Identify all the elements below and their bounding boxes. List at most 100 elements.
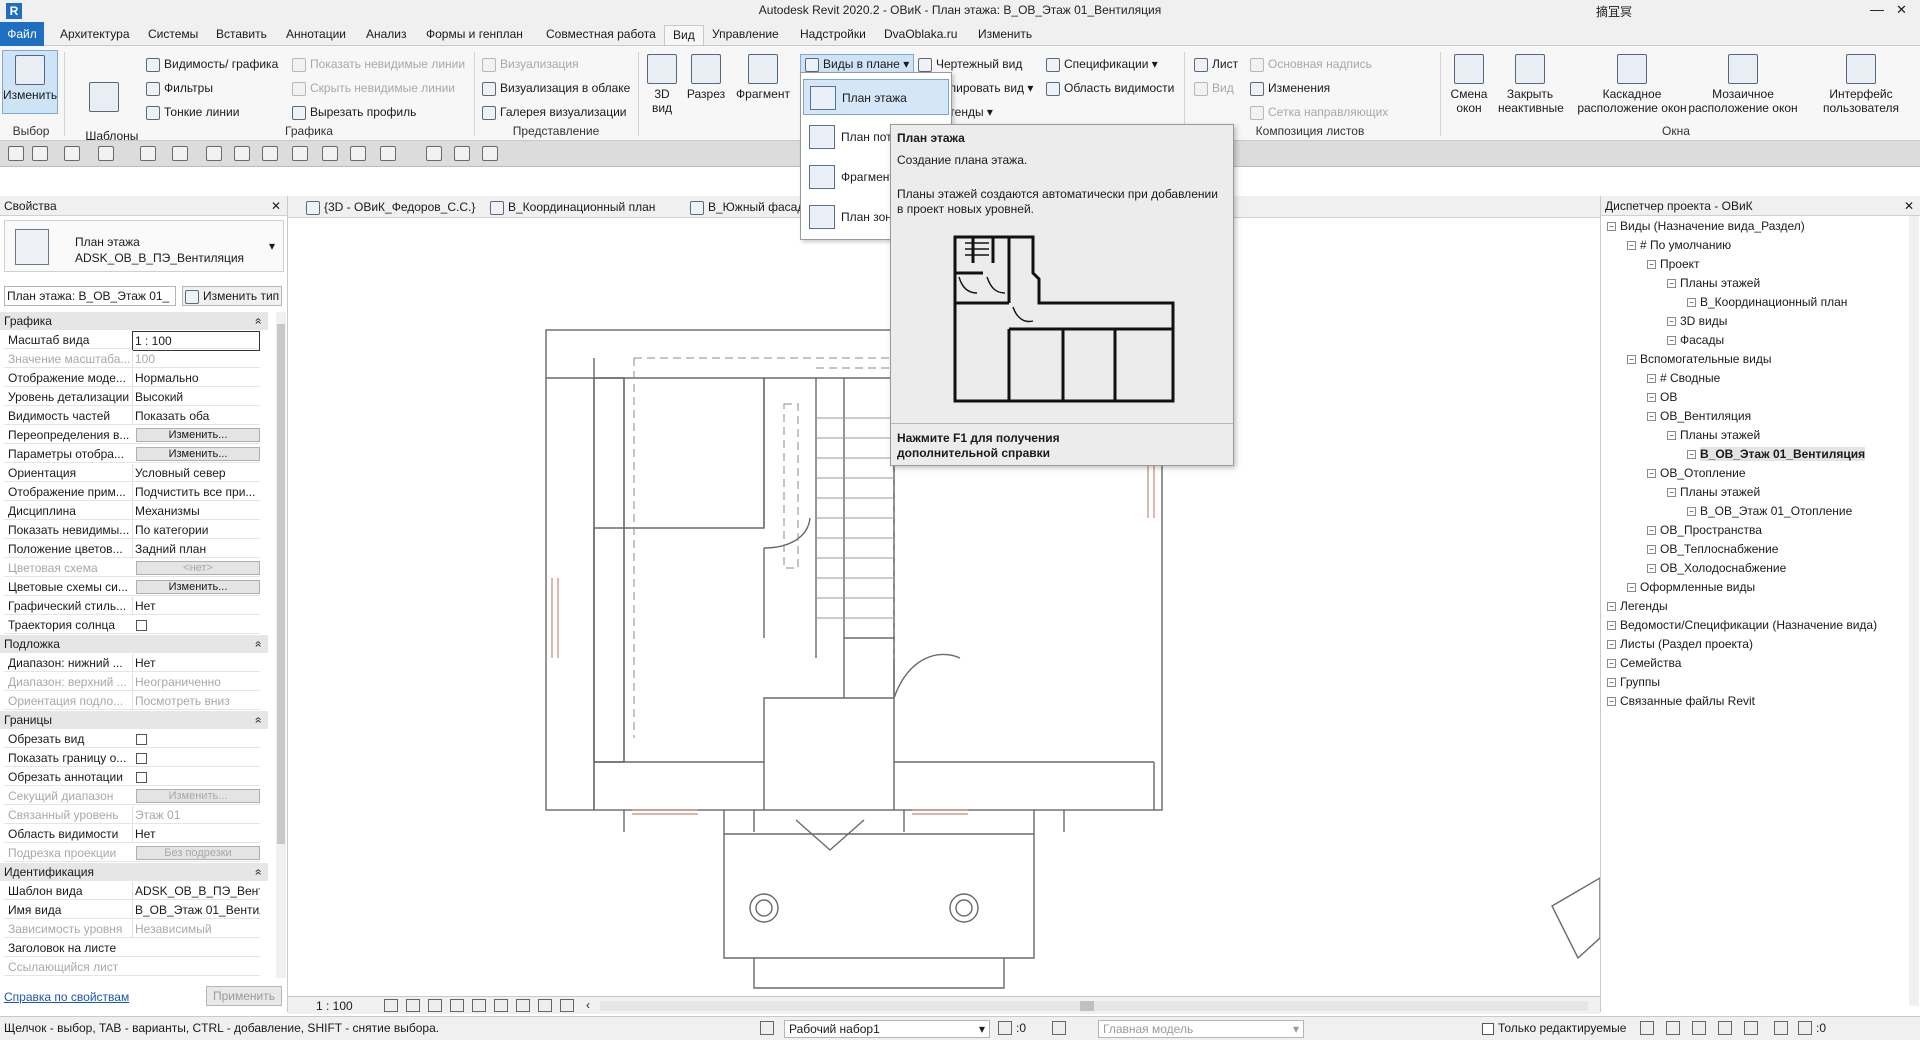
expand-toggle-icon[interactable]: −: [1607, 621, 1616, 631]
sheet-button[interactable]: Лист: [1194, 56, 1238, 72]
property-value[interactable]: 1 : 100: [132, 331, 260, 351]
expand-toggle-icon[interactable]: −: [1667, 488, 1676, 498]
property-value[interactable]: Показать оба: [132, 407, 260, 425]
schedules-button[interactable]: Спецификации ▾: [1046, 56, 1158, 72]
view-tab-south-elevation[interactable]: В_Южный фасад: [690, 199, 804, 215]
expand-toggle-icon[interactable]: −: [1627, 355, 1636, 365]
browser-node[interactable]: − ОВ_Холодоснабжение: [1647, 560, 1786, 576]
user-interface-button[interactable]: Интерфейс пользователя: [1810, 50, 1912, 115]
tab-massing-site[interactable]: Формы и генплан: [418, 25, 531, 45]
property-edit-button[interactable]: Изменить...: [136, 580, 260, 594]
browser-node[interactable]: − Оформленные виды: [1627, 579, 1755, 595]
temporary-hide-icon[interactable]: [516, 999, 530, 1012]
remove-hidden-lines-button[interactable]: Скрыть невидимые линии: [292, 80, 455, 96]
property-row[interactable]: Подрезка проекции Без подрезки: [4, 844, 260, 862]
browser-node[interactable]: − ОВ_Пространства: [1647, 522, 1762, 538]
browser-node[interactable]: − Ведомости/Спецификации (Назначение вида…: [1607, 617, 1877, 633]
close-inactive-button[interactable]: Закрыть неактивные: [1498, 50, 1564, 115]
redo-icon[interactable]: [98, 146, 114, 161]
tab-modify[interactable]: Изменить: [970, 25, 1040, 45]
tab-insert[interactable]: Вставить: [208, 25, 275, 45]
property-row[interactable]: Шаблон вида ADSK_ОВ_В_ПЭ_Венти: [4, 882, 260, 900]
tab-analyze[interactable]: Анализ: [358, 25, 415, 45]
undo-icon[interactable]: [64, 146, 80, 161]
sun-path-icon[interactable]: [428, 999, 442, 1012]
collapse-group-icon[interactable]: »: [248, 717, 266, 724]
property-checkbox[interactable]: [136, 753, 147, 764]
property-row[interactable]: Обрезать аннотации: [4, 768, 260, 786]
title-block-button[interactable]: Основная надпись: [1250, 56, 1372, 72]
switch-windows-button[interactable]: Смена окон: [1446, 50, 1492, 115]
expand-toggle-icon[interactable]: −: [1667, 336, 1676, 346]
switch-windows-qat-icon[interactable]: [380, 146, 396, 161]
tab-dvaoblaka[interactable]: DvaOblaka.ru: [876, 25, 965, 45]
browser-node[interactable]: − # Сводные: [1647, 370, 1720, 386]
scroll-left-icon[interactable]: ‹: [586, 998, 590, 1012]
visibility-graphics-button[interactable]: Видимость/ графика: [146, 56, 278, 72]
print-icon[interactable]: [140, 146, 156, 161]
expand-toggle-icon[interactable]: −: [1647, 564, 1656, 574]
tile-windows-button[interactable]: Мозаичное расположение окон: [1686, 50, 1800, 115]
tab-systems[interactable]: Системы: [140, 25, 206, 45]
browser-node[interactable]: − В_ОВ_Этаж 01_Отопление: [1687, 503, 1852, 519]
expand-toggle-icon[interactable]: −: [1607, 659, 1616, 669]
browser-scrollbar[interactable]: [1909, 216, 1919, 1006]
cut-profile-button[interactable]: Вырезать профиль: [292, 104, 416, 120]
expand-toggle-icon[interactable]: −: [1627, 583, 1636, 593]
close-hidden-icon[interactable]: [350, 146, 366, 161]
tab-collaborate[interactable]: Совместная работа: [538, 25, 664, 45]
cascade-qat-icon[interactable]: [454, 146, 470, 161]
view-tab-coordination[interactable]: В_Координационный план: [490, 199, 655, 215]
plan-views-button[interactable]: Виды в плане ▾: [800, 54, 915, 74]
browser-node[interactable]: − Легенды: [1607, 598, 1668, 614]
property-value[interactable]: Неограниченно: [132, 673, 260, 691]
property-row[interactable]: Ссылающийся узел: [4, 977, 260, 978]
property-edit-button[interactable]: <нет>: [136, 561, 260, 575]
close-icon[interactable]: ✕: [1896, 2, 1907, 18]
close-properties-icon[interactable]: ✕: [271, 196, 281, 216]
browser-node[interactable]: − Планы этажей: [1667, 275, 1760, 291]
expand-toggle-icon[interactable]: −: [1647, 545, 1656, 555]
drag-elements-icon[interactable]: [1744, 1021, 1758, 1035]
filter-icon-status[interactable]: [1798, 1021, 1812, 1035]
render-gallery-button[interactable]: Галерея визуализации: [482, 104, 627, 120]
expand-toggle-icon[interactable]: −: [1667, 431, 1676, 441]
property-row[interactable]: Цветовые схемы си... Изменить...: [4, 578, 260, 596]
worksets-icon[interactable]: [760, 1021, 774, 1035]
property-value[interactable]: Нормально: [132, 369, 260, 387]
show-crop-icon[interactable]: [494, 999, 508, 1012]
property-row[interactable]: Показать границу о...: [4, 749, 260, 767]
background-process-icon[interactable]: [1774, 1021, 1788, 1035]
render-cloud-button[interactable]: Визуализация в облаке: [482, 80, 630, 96]
expand-toggle-icon[interactable]: −: [1647, 260, 1656, 270]
expand-toggle-icon[interactable]: −: [1687, 450, 1696, 460]
property-row[interactable]: Показать невидимы... По категории: [4, 521, 260, 539]
property-row[interactable]: Дисциплина Механизмы: [4, 502, 260, 520]
horizontal-scrollbar[interactable]: [600, 1001, 1588, 1011]
collapse-group-icon[interactable]: »: [248, 318, 266, 325]
property-value[interactable]: Нет: [132, 825, 260, 843]
browser-node[interactable]: − Вспомогательные виды: [1627, 351, 1771, 367]
property-checkbox[interactable]: [136, 620, 147, 631]
browser-node[interactable]: − ОВ: [1647, 389, 1677, 405]
property-group-header[interactable]: Идентификация: [0, 863, 268, 881]
guide-grid-button[interactable]: Сетка направляющих: [1250, 104, 1388, 120]
property-row[interactable]: Графический стиль... Нет: [4, 597, 260, 615]
property-row[interactable]: Обрезать вид: [4, 730, 260, 748]
user-name[interactable]: 摘冝冥: [1596, 3, 1632, 20]
select-underlay-icon[interactable]: [1666, 1021, 1680, 1035]
select-by-face-icon[interactable]: [1718, 1021, 1732, 1035]
property-row[interactable]: Ориентация подло... Посмотреть вниз: [4, 692, 260, 710]
dimension-icon[interactable]: [206, 146, 222, 161]
minimize-icon[interactable]: —: [1870, 1, 1884, 17]
expand-toggle-icon[interactable]: −: [1687, 298, 1696, 308]
shadows-icon[interactable]: [450, 999, 464, 1012]
property-value[interactable]: Условный север: [132, 464, 260, 482]
cascade-windows-button[interactable]: Каскадное расположение окон: [1570, 50, 1694, 115]
browser-node[interactable]: − Семейства: [1607, 655, 1681, 671]
property-row[interactable]: Масштаб вида 1 : 100: [4, 331, 260, 351]
select-links-icon[interactable]: [1640, 1021, 1654, 1035]
sync-icon[interactable]: [32, 146, 48, 161]
modify-button[interactable]: Изменить: [2, 50, 58, 114]
customize-qat-icon[interactable]: [482, 146, 498, 161]
